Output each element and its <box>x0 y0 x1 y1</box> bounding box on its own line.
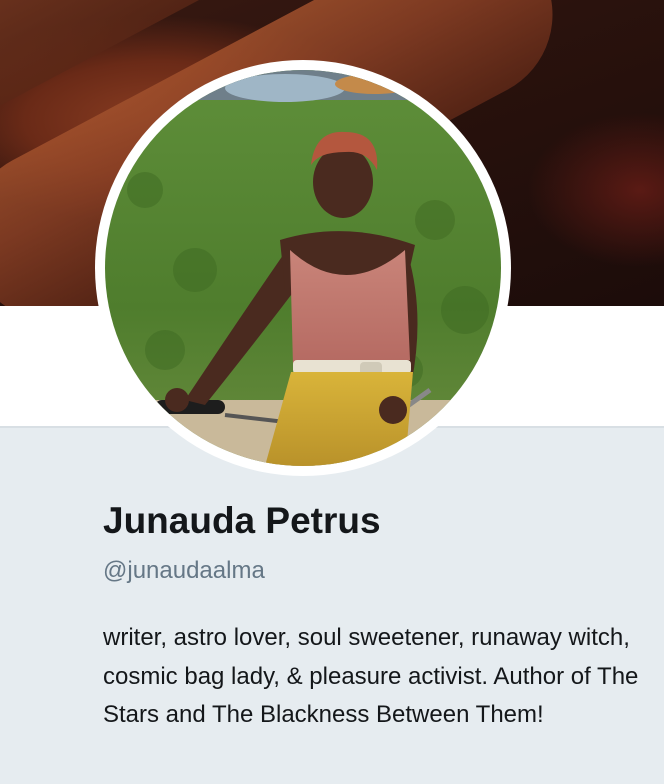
avatar-photo <box>105 70 501 466</box>
profile-bio: writer, astro lover, soul sweetener, run… <box>103 624 639 728</box>
profile-handle[interactable]: @junaudaalma <box>103 557 265 585</box>
avatar-illustration <box>105 70 501 466</box>
profile-avatar[interactable] <box>95 60 511 476</box>
profile-page: Junauda Petrus @junaudaalma writer, astr… <box>0 0 664 784</box>
profile-name: Junauda Petrus <box>103 500 381 541</box>
